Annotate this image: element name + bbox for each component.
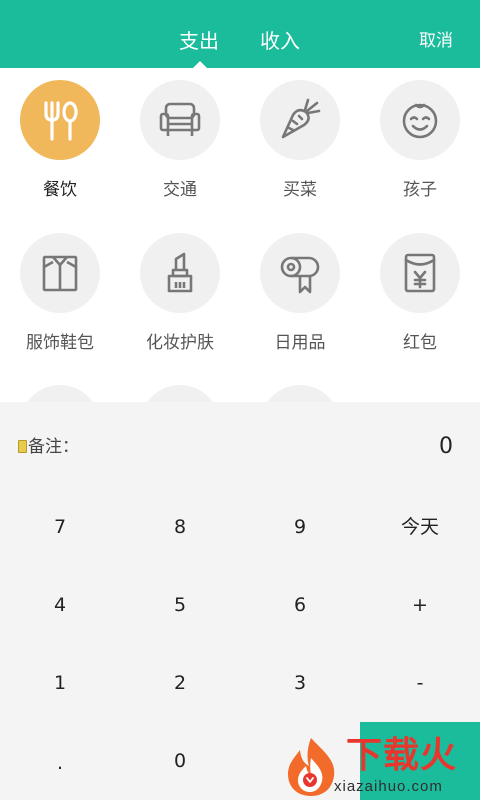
category-transport[interactable]: 交通 xyxy=(120,80,240,210)
category-icon-circle xyxy=(260,233,340,313)
amount-display: 0 xyxy=(439,434,453,459)
minus-button[interactable]: - xyxy=(360,644,480,722)
tissue-roll-icon xyxy=(280,256,320,294)
watermark: 下载火 xiazaihuo.com xyxy=(270,732,480,800)
key-5[interactable]: 5 xyxy=(120,566,240,644)
watermark-title: 下载火 xyxy=(346,735,458,776)
category-dining[interactable]: 餐饮 xyxy=(0,80,120,210)
key-3[interactable]: 3 xyxy=(240,644,360,722)
key-1[interactable]: 1 xyxy=(0,644,120,722)
red-envelope-icon xyxy=(404,253,436,293)
shirt-icon xyxy=(42,255,78,292)
baby-face-icon xyxy=(402,103,438,139)
category-daily-goods[interactable]: 日用品 xyxy=(240,233,360,363)
category-label: 餐饮 xyxy=(43,180,77,200)
note-icon xyxy=(18,440,27,453)
date-button[interactable]: 今天 xyxy=(360,488,480,566)
active-tab-indicator xyxy=(193,61,207,68)
category-label: 交通 xyxy=(163,180,197,200)
cancel-button[interactable]: 取消 xyxy=(419,28,453,54)
category-cosmetics[interactable]: 化妆护肤 xyxy=(120,233,240,363)
plus-button[interactable]: + xyxy=(360,566,480,644)
category-icon-circle xyxy=(140,80,220,160)
category-children[interactable]: 孩子 xyxy=(360,80,480,210)
utensils-icon xyxy=(44,101,78,141)
category-label: 化妆护肤 xyxy=(146,333,214,353)
top-bar: 支出 收入 取消 xyxy=(0,0,480,68)
watermark-url: xiazaihuo.com xyxy=(334,778,443,795)
key-4[interactable]: 4 xyxy=(0,566,120,644)
tab-income[interactable]: 收入 xyxy=(260,26,300,56)
category-icon-circle xyxy=(380,233,460,313)
key-decimal[interactable]: . xyxy=(0,724,120,800)
lipstick-icon xyxy=(167,252,193,293)
category-red-envelope[interactable]: 红包 xyxy=(360,233,480,363)
note-label: 备注： xyxy=(28,437,79,457)
category-icon-circle xyxy=(20,80,100,160)
tab-expense[interactable]: 支出 xyxy=(179,26,219,56)
category-label: 买菜 xyxy=(283,180,317,200)
key-7[interactable]: 7 xyxy=(0,488,120,566)
category-apparel[interactable]: 服饰鞋包 xyxy=(0,233,120,363)
carrot-icon xyxy=(281,98,321,139)
category-icon-circle xyxy=(380,80,460,160)
note-field[interactable]: 备注： xyxy=(18,434,79,460)
category-label: 孩子 xyxy=(403,180,437,200)
key-9[interactable]: 9 xyxy=(240,488,360,566)
category-icon-circle xyxy=(260,80,340,160)
flame-logo-icon xyxy=(288,738,335,796)
key-0[interactable]: 0 xyxy=(120,722,240,800)
category-label: 日用品 xyxy=(274,333,326,353)
category-label: 红包 xyxy=(403,333,437,353)
category-icon-circle xyxy=(20,233,100,313)
key-8[interactable]: 8 xyxy=(120,488,240,566)
key-2[interactable]: 2 xyxy=(120,644,240,722)
category-label: 服饰鞋包 xyxy=(26,333,94,353)
seat-icon xyxy=(159,102,201,136)
category-groceries[interactable]: 买菜 xyxy=(240,80,360,210)
category-icon-circle xyxy=(140,233,220,313)
key-6[interactable]: 6 xyxy=(240,566,360,644)
